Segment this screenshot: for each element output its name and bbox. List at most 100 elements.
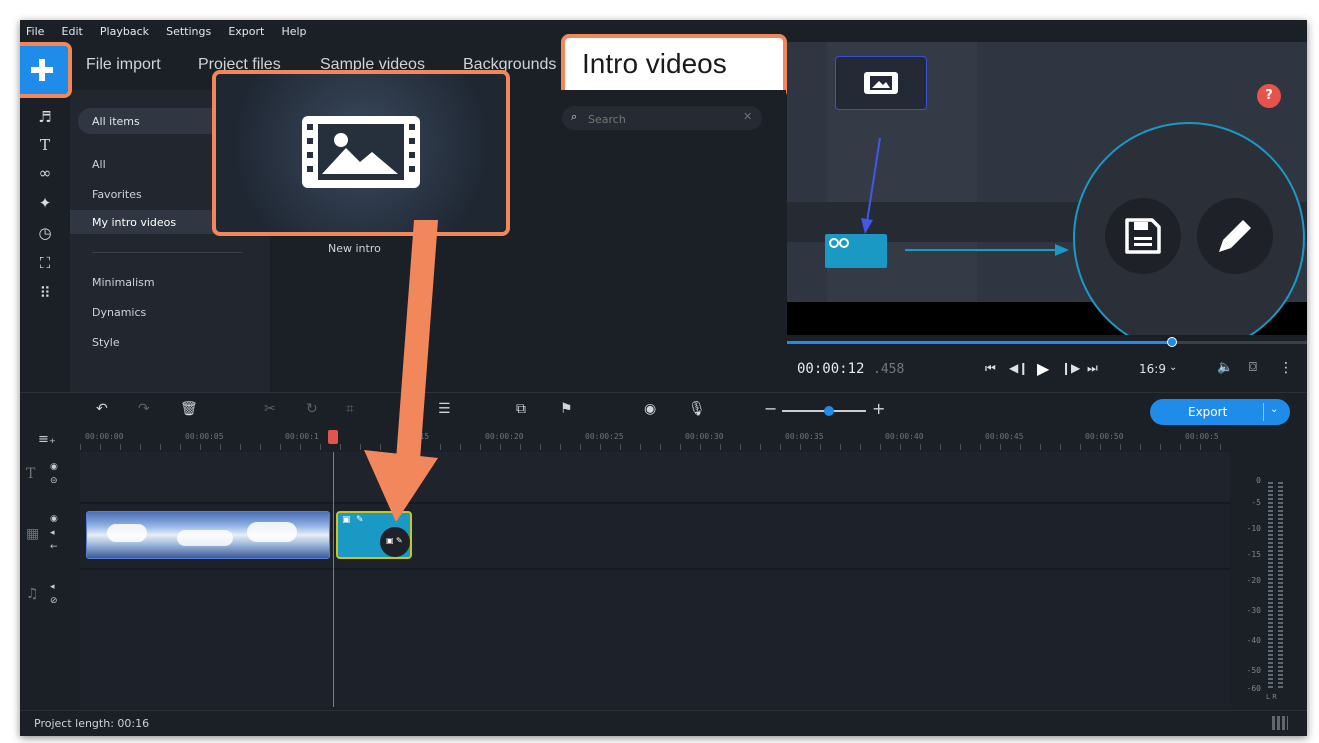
new-intro-callout — [212, 70, 510, 236]
playback-progress-track[interactable] — [787, 337, 1307, 347]
undo-icon[interactable]: ↶ — [96, 401, 108, 417]
ruler-label: 00:00:35 — [785, 432, 824, 441]
menu-export[interactable]: Export — [222, 21, 270, 38]
zoom-in-icon[interactable]: + — [872, 399, 885, 418]
export-chevron-down-icon[interactable]: ⌄ — [1270, 404, 1278, 415]
ruler-label: 00:00:45 — [985, 432, 1024, 441]
category-divider — [92, 252, 242, 253]
title-track-link-icon[interactable]: ⊝ — [50, 476, 58, 486]
diagram-dot-right — [839, 238, 849, 248]
intro-clip-save-icon[interactable]: ▣ — [342, 515, 351, 525]
stickers-icon[interactable]: ⛶ — [34, 252, 56, 274]
help-button[interactable]: ? — [1257, 84, 1281, 108]
audio-level-meter: 0 -5 -10 -15 -20 -30 -40 -50 -60 L R — [1238, 452, 1307, 707]
skip-start-icon[interactable]: ⏮ — [985, 361, 996, 376]
video-track-mute-icon[interactable]: ◂ — [50, 528, 55, 538]
clip-properties-icon[interactable]: ☰ — [438, 401, 451, 417]
aspect-ratio-select[interactable]: 16:9 — [1139, 362, 1166, 376]
category-dynamics[interactable]: Dynamics — [92, 306, 146, 319]
category-favorites[interactable]: Favorites — [92, 188, 142, 201]
zoom-slider[interactable] — [782, 406, 866, 416]
music-track[interactable] — [80, 570, 1230, 707]
menu-file[interactable]: File — [20, 21, 50, 38]
titles-icon[interactable]: T — [34, 134, 56, 156]
save-intro-button[interactable] — [1105, 198, 1181, 274]
intro-clip[interactable]: ▣ ✎ ▣ ✎ — [336, 511, 412, 559]
play-icon[interactable]: ▶ — [1037, 359, 1049, 378]
next-frame-icon[interactable]: ❙▶ — [1061, 361, 1080, 375]
prev-frame-icon[interactable]: ◀❙ — [1009, 361, 1028, 375]
category-my-intro-videos[interactable]: My intro videos — [92, 216, 176, 229]
timeline-ruler[interactable]: 00:00:00 00:00:05 00:00:1 00:15 00:00:20… — [80, 428, 1230, 452]
meter-label: -10 — [1246, 524, 1261, 533]
zoom-out-icon[interactable]: − — [764, 399, 777, 418]
filters-icon[interactable]: ✦ — [34, 192, 56, 214]
tab-intro-videos[interactable]: Intro videos — [582, 48, 727, 80]
video-track-visibility-icon[interactable]: ◉ — [50, 514, 58, 524]
timer-icon[interactable]: ◷ — [34, 222, 56, 244]
title-track[interactable] — [80, 452, 1230, 504]
badge-pencil-icon: ✎ — [396, 536, 403, 545]
preview-window: ? — [787, 42, 1307, 335]
aspect-chevron-down-icon[interactable]: ⌄ — [1169, 362, 1177, 373]
pencil-icon — [1219, 220, 1251, 252]
menu-edit[interactable]: Edit — [56, 21, 89, 38]
title-track-visibility-icon[interactable]: ◉ — [50, 462, 58, 472]
skip-end-icon[interactable]: ⏭ — [1087, 361, 1098, 376]
category-minimalism[interactable]: Minimalism — [92, 276, 155, 289]
marker-flag-icon[interactable]: ⚑ — [560, 401, 573, 417]
category-style[interactable]: Style — [92, 336, 120, 349]
category-all[interactable]: All — [92, 158, 106, 171]
more-options-icon[interactable]: ⋮ — [1279, 360, 1293, 376]
menu-settings[interactable]: Settings — [160, 21, 217, 38]
video-track-icon: ▦ — [26, 526, 40, 542]
delete-icon[interactable]: 🗑 — [180, 401, 198, 417]
search-field[interactable]: ⌕ ✕ — [562, 106, 762, 130]
meter-label: -15 — [1246, 550, 1261, 559]
cloud-shape — [177, 530, 233, 546]
playhead-line — [333, 452, 334, 707]
menu-playback[interactable]: Playback — [94, 21, 155, 38]
category-dropdown[interactable]: All items — [78, 108, 228, 134]
music-icon[interactable]: ♬ — [34, 106, 56, 128]
player-controls: 00:00:12 .458 ⏮ ◀❙ ▶ ❙▶ ⏭ 16:9 ⌄ 🔈 ⌼ ⋮ — [787, 335, 1307, 393]
transitions-icon[interactable]: ∞ — [34, 162, 56, 184]
playhead-handle[interactable] — [328, 430, 338, 444]
video-track-lock-icon[interactable]: ← — [50, 542, 58, 552]
crop-icon[interactable]: ⌗ — [346, 401, 354, 417]
tab-file-import[interactable]: File import — [86, 56, 161, 74]
new-intro-label: New intro — [328, 242, 381, 255]
video-clip-sky[interactable] — [86, 511, 330, 559]
meter-label: -20 — [1246, 576, 1261, 585]
webcam-icon[interactable]: ◉ — [644, 401, 656, 417]
export-divider — [1263, 403, 1264, 421]
music-track-mute-icon[interactable]: ◂ — [50, 582, 55, 592]
overlay-icon[interactable]: ⧉ — [516, 401, 526, 417]
redo-icon[interactable]: ↷ — [138, 401, 150, 417]
edit-intro-button[interactable] — [1197, 198, 1273, 274]
add-media-button[interactable] — [20, 46, 68, 94]
volume-icon[interactable]: 🔈 — [1217, 360, 1233, 375]
meter-label: -5 — [1251, 498, 1261, 507]
playback-progress-handle[interactable] — [1166, 337, 1177, 347]
more-tools-icon[interactable]: ⠿ — [34, 282, 56, 304]
intro-clip-edit-icon[interactable]: ✎ — [356, 515, 364, 525]
ruler-label: 00:00:40 — [885, 432, 924, 441]
video-track[interactable]: ▣ ✎ ▣ ✎ — [80, 504, 1230, 570]
snapshot-camera-icon[interactable]: ⌼ — [1249, 360, 1257, 375]
cut-icon[interactable]: ✂ — [264, 401, 276, 417]
add-track-icon[interactable]: ≡₊ — [38, 432, 56, 447]
menu-help[interactable]: Help — [275, 21, 312, 38]
zoom-slider-handle[interactable] — [824, 406, 834, 416]
playback-progress-fill — [787, 341, 1172, 344]
meter-label: -60 — [1246, 684, 1261, 693]
microphone-icon[interactable]: 🎙 — [688, 401, 706, 417]
meter-toggle-icon[interactable] — [1272, 716, 1288, 730]
search-input[interactable] — [586, 110, 730, 128]
ruler-label: 00:00:25 — [585, 432, 624, 441]
rotate-icon[interactable]: ↻ — [306, 401, 318, 417]
movavi-editor-window: File Edit Playback Settings Export Help … — [20, 20, 1307, 736]
clear-search-icon[interactable]: ✕ — [743, 110, 752, 123]
export-button[interactable]: Export ⌄ — [1150, 399, 1290, 425]
music-track-link-icon[interactable]: ⊘ — [50, 596, 58, 606]
